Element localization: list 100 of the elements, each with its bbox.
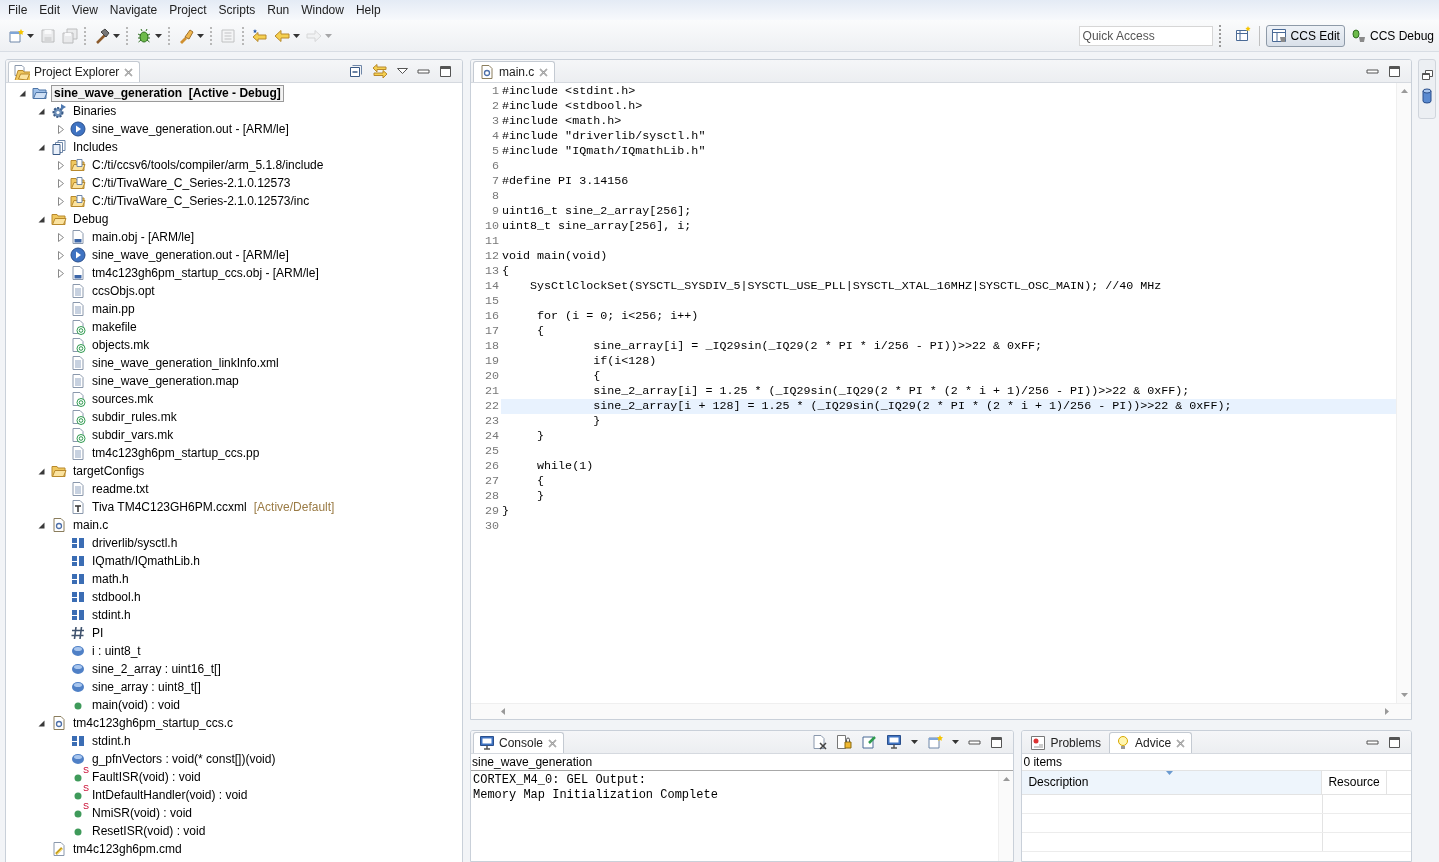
table-star-icon[interactable]: [1234, 26, 1251, 42]
tree-item[interactable]: g_pfnVectors : void(* const[])(void): [89, 750, 279, 768]
tree-item[interactable]: Tiva TM4C123GH6PM.ccxml: [89, 498, 250, 516]
caret-icon[interactable]: [911, 740, 919, 745]
tree-item[interactable]: sine_2_array : uint16_t[]: [89, 660, 224, 678]
tree-item[interactable]: sine_wave_generation [Active - Debug]: [51, 84, 284, 102]
new-page-icon[interactable]: [927, 734, 944, 751]
sort-caret-icon[interactable]: [1166, 771, 1174, 776]
tree-item[interactable]: sine_wave_generation.map: [89, 372, 242, 390]
tree-item[interactable]: subdir_rules.mk: [89, 408, 180, 426]
scroll-left-icon[interactable]: [501, 708, 505, 716]
maximize-icon[interactable]: [1388, 735, 1401, 749]
pin-icon[interactable]: [861, 734, 878, 751]
caret-icon[interactable]: [113, 33, 120, 38]
triangle-icon[interactable]: [38, 719, 45, 727]
column-header[interactable]: Description: [1022, 771, 1323, 795]
caret-icon[interactable]: [293, 33, 300, 38]
tab[interactable]: Problems: [1024, 732, 1108, 754]
cylinder-icon[interactable]: [1422, 88, 1432, 104]
tree-item[interactable]: sine_wave_generation_linkInfo.xml: [89, 354, 282, 372]
tree-item[interactable]: IntDefaultHandler(void) : void: [89, 786, 251, 804]
caret-icon[interactable]: [952, 740, 960, 745]
clear-document-icon[interactable]: [811, 734, 828, 751]
tree-item[interactable]: driverlib/sysctl.h: [89, 534, 181, 552]
scroll-up-icon[interactable]: [1400, 89, 1408, 93]
tree-item[interactable]: tm4c123gh6pm_startup_ccs.pp: [89, 444, 263, 462]
tree-item[interactable]: math.h: [89, 570, 132, 588]
tree-item[interactable]: Binaries: [70, 102, 120, 120]
close-icon[interactable]: [123, 66, 135, 78]
close-icon[interactable]: [1175, 737, 1187, 749]
tree-item[interactable]: NmiSR(void) : void: [89, 804, 196, 822]
tree-item[interactable]: C:/ti/TivaWare_C_Series-2.1.0.12573/inc: [89, 192, 313, 210]
scroll-up-icon[interactable]: [1002, 777, 1010, 782]
scrollbar[interactable]: [998, 771, 1014, 861]
scrollbar[interactable]: [471, 703, 1411, 720]
tree-item[interactable]: i : uint8_t: [89, 642, 144, 660]
tree-item[interactable]: C:/ti/ccsv6/tools/compiler/arm_5.1.8/include: [89, 156, 327, 174]
tree-item[interactable]: main(void) : void: [89, 696, 184, 714]
tree-item[interactable]: stdint.h: [89, 732, 134, 750]
tree-item[interactable]: readme.txt: [89, 480, 152, 498]
menu-item[interactable]: Project: [163, 0, 213, 20]
tree-item[interactable]: PI: [89, 624, 107, 642]
perspective-button[interactable]: CCS Edit: [1265, 24, 1345, 47]
tree-item[interactable]: tm4c123gh6pm_startup_ccs.c: [70, 714, 237, 732]
tree-item[interactable]: Includes: [70, 138, 121, 156]
tree-item[interactable]: objects.mk: [89, 336, 153, 354]
monitor-icon[interactable]: [886, 734, 903, 751]
restore-icon[interactable]: [1421, 70, 1433, 80]
caret-icon[interactable]: [155, 33, 162, 38]
tree-item[interactable]: stdbool.h: [89, 588, 144, 606]
menu-item[interactable]: Navigate: [103, 0, 164, 20]
tree-item[interactable]: main.obj - [ARM/le]: [89, 228, 198, 246]
menu-item[interactable]: Window: [295, 0, 350, 20]
close-icon[interactable]: [547, 737, 559, 749]
tree-item[interactable]: sources.mk: [89, 390, 157, 408]
tree-item[interactable]: FaultISR(void) : void: [89, 768, 204, 786]
tree-item[interactable]: IQmath/IQmathLib.h: [89, 552, 204, 570]
menu-item[interactable]: Help: [349, 0, 387, 20]
tab[interactable]: Project Explorer: [8, 61, 141, 82]
tree-item[interactable]: sine_wave_generation.out - [ARM/le]: [89, 120, 292, 138]
tree-item[interactable]: targetConfigs: [70, 462, 148, 480]
tree-item[interactable]: Debug: [70, 210, 112, 228]
hammer-icon[interactable]: [94, 27, 110, 44]
quick-access-field[interactable]: Quick Access: [1078, 25, 1213, 46]
maximize-icon[interactable]: [439, 64, 452, 78]
maximize-icon[interactable]: [1388, 64, 1401, 78]
perspective-button[interactable]: CCS Debug: [1344, 24, 1439, 47]
arrow-star-icon[interactable]: [252, 27, 268, 44]
two-arrows-icon[interactable]: [372, 63, 388, 79]
tree-item[interactable]: stdint.h: [89, 606, 134, 624]
scrollbar[interactable]: [1396, 83, 1411, 704]
tree-item[interactable]: sine_array : uint8_t[]: [89, 678, 204, 696]
tree-item[interactable]: makefile: [89, 318, 140, 336]
scroll-down-icon[interactable]: [1400, 693, 1408, 698]
triangle-icon[interactable]: [38, 107, 45, 115]
collapse-all-icon[interactable]: [349, 64, 363, 78]
triangle-icon[interactable]: [19, 89, 26, 97]
bug-icon[interactable]: [136, 27, 152, 44]
tree-item[interactable]: ccsObjs.opt: [89, 282, 158, 300]
menu-item[interactable]: Run: [261, 0, 296, 20]
tree-item[interactable]: sine_wave_generation.out - [ARM/le]: [89, 246, 292, 264]
lock-icon[interactable]: [836, 734, 853, 751]
scroll-right-icon[interactable]: [1385, 708, 1389, 716]
triangle-icon[interactable]: [38, 143, 45, 151]
caret-icon[interactable]: [197, 33, 204, 38]
tree-item[interactable]: tm4c123gh6pm_startup_ccs.obj - [ARM/le]: [89, 264, 322, 282]
tree-item[interactable]: ResetISR(void) : void: [89, 822, 209, 840]
tree-item[interactable]: main.pp: [89, 300, 138, 318]
menu-item[interactable]: View: [66, 0, 104, 20]
tab[interactable]: main.c: [473, 61, 556, 82]
menu-item[interactable]: Edit: [33, 0, 67, 20]
triangle-icon[interactable]: [38, 521, 45, 529]
close-icon[interactable]: [538, 66, 550, 78]
menu-item[interactable]: Scripts: [212, 0, 262, 20]
view-menu-icon[interactable]: [397, 68, 408, 74]
tree-item[interactable]: tm4c123gh6pm.cmd: [70, 840, 185, 858]
triangle-icon[interactable]: [38, 467, 45, 475]
maximize-icon[interactable]: [990, 735, 1004, 749]
tree-item[interactable]: main.c: [70, 516, 112, 534]
triangle-icon[interactable]: [38, 215, 45, 223]
